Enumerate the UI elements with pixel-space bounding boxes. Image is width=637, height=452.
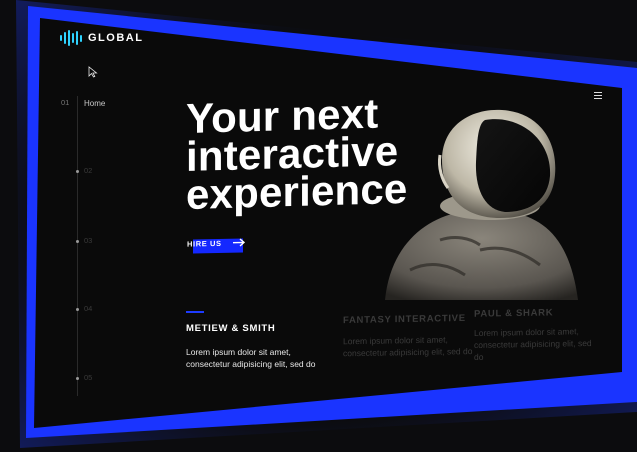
nav-item-home[interactable]: Home — [84, 99, 105, 108]
hire-us-button[interactable]: HIRE US — [187, 237, 246, 254]
credit-desc-3: Lorem ipsum dolor sit amet, consectetur … — [474, 326, 592, 363]
nav-dot — [76, 240, 79, 243]
nav-num-03[interactable]: 03 — [84, 236, 92, 245]
nav-num-02[interactable]: 02 — [84, 166, 92, 175]
nav-line — [77, 96, 78, 396]
menu-icon[interactable] — [594, 92, 602, 99]
nav-num-04[interactable]: 04 — [84, 304, 92, 313]
nav-dot — [76, 170, 79, 173]
nav-num-01: 01 — [61, 98, 70, 107]
stage: GLOBAL 01 Home 02 03 04 05 Your next int… — [0, 0, 637, 452]
logo[interactable]: GLOBAL — [60, 30, 143, 46]
brand-name: GLOBAL — [88, 32, 144, 44]
logo-bars-icon — [60, 30, 82, 46]
hire-us-label: HIRE US — [187, 238, 222, 249]
credit-title-1: METIEW & SMITH — [186, 323, 276, 334]
credit-title-2: FANTASY INTERACTIVE — [343, 312, 466, 327]
credit-title-3: PAUL & SHARK — [474, 307, 554, 320]
arrow-right-icon — [232, 238, 245, 247]
astronaut-image — [385, 109, 578, 300]
nav-dot — [76, 377, 79, 380]
cursor-icon — [88, 66, 98, 78]
credit-desc-2: Lorem ipsum dolor sit amet, consectetur … — [343, 334, 473, 359]
nav-dot — [76, 308, 79, 311]
credit-desc-1: Lorem ipsum dolor sit amet, consectetur … — [186, 347, 316, 369]
section-divider — [186, 311, 204, 313]
nav-num-05[interactable]: 05 — [84, 373, 92, 382]
